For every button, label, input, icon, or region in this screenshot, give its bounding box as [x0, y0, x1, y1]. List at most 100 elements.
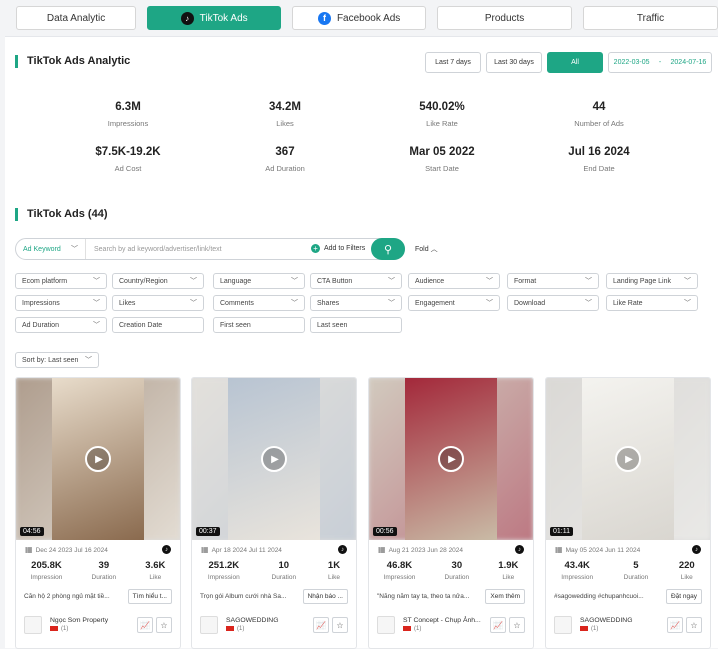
advertiser-info[interactable]: SAGOWEDDING (1) — [226, 617, 310, 633]
filter-label: Creation Date — [119, 321, 163, 329]
ad-count: (1) — [591, 626, 599, 633]
stat-start-date: Mar 05 2022 Start Date — [372, 146, 512, 173]
range-last-30-days[interactable]: Last 30 days — [486, 52, 542, 73]
tab-traffic[interactable]: Traffic — [583, 6, 718, 30]
flag-icon — [403, 626, 411, 632]
metric-label: Duration — [91, 574, 117, 581]
filter-select[interactable]: Like Rate ﹀ — [606, 295, 698, 311]
ad-count: (1) — [237, 626, 245, 633]
tab-products[interactable]: Products — [437, 6, 573, 30]
ad-text: "Nắng nắm tay ta, theo ta nửa... — [377, 593, 470, 600]
chevron-down-icon: ﹀ — [93, 322, 100, 329]
ad-thumbnail[interactable]: ▶ 01:11 — [546, 378, 710, 540]
tab-label: Data Analytic — [46, 12, 106, 24]
ad-card[interactable]: ▶ 00:37 ▦ Apr 18 2024 Jul 11 2024 ♪ 251.2K Imp… — [191, 377, 357, 649]
ad-dates: ▦ Apr 18 2024 Jul 11 2024 ♪ — [192, 540, 356, 554]
calendar-icon: ▦ — [201, 545, 209, 554]
filter-label: Format — [514, 277, 537, 285]
filter-select[interactable]: Impressions ﹀ — [15, 295, 107, 311]
ad-description: #sagowedding #chupanhcuoi... Đặt ngay — [554, 589, 702, 604]
star-icon[interactable]: ☆ — [686, 617, 702, 633]
ad-thumbnail[interactable]: ▶ 04:56 — [16, 378, 180, 540]
ad-card[interactable]: ▶ 00:56 ▦ Aug 21 2023 Jun 28 2024 ♪ 46.8K Impr… — [368, 377, 534, 649]
ad-dates: ▦ Dec 24 2023 Jul 16 2024 ♪ — [16, 540, 180, 554]
search-type-select[interactable]: Ad Keyword ﹀ — [16, 239, 86, 259]
play-icon[interactable]: ▶ — [85, 446, 111, 472]
search-button[interactable]: ⚲ — [371, 238, 405, 260]
filter-select[interactable]: First seen — [213, 317, 305, 333]
filter-select[interactable]: Shares ﹀ — [310, 295, 402, 311]
range-all[interactable]: All — [547, 52, 603, 73]
stat-value: 540.02% — [419, 101, 465, 113]
filter-select[interactable]: Audience ﹀ — [408, 273, 500, 289]
ad-metrics: 46.8K Impression 30 Duration 1.9K Like — [369, 560, 533, 581]
play-icon[interactable]: ▶ — [438, 446, 464, 472]
cta-button[interactable]: Tìm hiểu t... — [127, 589, 172, 604]
metric-label: Duration — [271, 574, 297, 581]
filter-label: Impressions — [22, 299, 60, 307]
filter-select[interactable]: Language ﹀ — [213, 273, 305, 289]
cta-button[interactable]: Xem thêm — [485, 589, 525, 604]
ad-card[interactable]: ▶ 01:11 ▦ May 05 2024 Jun 11 2024 ♪ 43.4K Impr… — [545, 377, 711, 649]
tiktok-icon: ♪ — [692, 545, 701, 554]
tab-tiktok-ads[interactable]: ♪ TikTok Ads — [147, 6, 282, 30]
metric-value: 10 — [278, 560, 290, 571]
ad-card[interactable]: ▶ 04:56 ▦ Dec 24 2023 Jul 16 2024 ♪ 205.8K Imp… — [15, 377, 181, 649]
filter-select[interactable]: Creation Date — [112, 317, 204, 333]
advertiser-info[interactable]: Ngọc Sơn Property (1) — [50, 617, 134, 633]
cta-button[interactable]: Nhận báo ... — [302, 589, 348, 604]
ad-description: Trọn gói Album cưới nhà Sa... Nhận báo ..… — [200, 589, 348, 604]
chart-icon[interactable]: 📈 — [313, 617, 329, 633]
metric-label: Like — [149, 574, 162, 581]
ad-thumbnail[interactable]: ▶ 00:37 — [192, 378, 356, 540]
metric-likes: 1K Like — [328, 560, 340, 581]
advertiser-info[interactable]: ST Concept - Chụp Ảnh... (1) — [403, 617, 487, 633]
analytic-title: TikTok Ads Analytic — [15, 55, 130, 68]
play-icon[interactable]: ▶ — [261, 446, 287, 472]
filter-select[interactable]: Comments ﹀ — [213, 295, 305, 311]
sort-select[interactable]: Sort by: Last seen ﹀ — [15, 352, 99, 368]
play-icon[interactable]: ▶ — [615, 446, 641, 472]
filter-select[interactable]: Likes ﹀ — [112, 295, 204, 311]
date-range-picker[interactable]: 2022-03-05 - 2024-07-16 — [608, 52, 712, 73]
metric-impressions: 46.8K Impression — [384, 560, 416, 581]
stat-value: $7.5K-19.2K — [95, 146, 161, 158]
stat-value: Jul 16 2024 — [568, 146, 630, 158]
fold-toggle[interactable]: Fold ︿ — [415, 244, 438, 254]
ad-metrics: 43.4K Impression 5 Duration 220 Like — [546, 560, 710, 581]
filter-select[interactable]: Download ﹀ — [507, 295, 599, 311]
metric-label: Like — [502, 574, 515, 581]
filter-select[interactable]: Engagement ﹀ — [408, 295, 500, 311]
stat-value: 34.2M — [269, 101, 301, 113]
chart-icon[interactable]: 📈 — [490, 617, 506, 633]
range-last-7-days[interactable]: Last 7 days — [425, 52, 481, 73]
last-seen: Jul 11 2024 — [248, 547, 282, 554]
filter-select[interactable]: Ecom platform ﹀ — [15, 273, 107, 289]
filter-select[interactable]: Landing Page Link ﹀ — [606, 273, 698, 289]
filter-select[interactable]: Last seen — [310, 317, 402, 333]
metric-label: Impression — [30, 574, 63, 581]
ad-text: Trọn gói Album cưới nhà Sa... — [200, 593, 287, 600]
metric-label: Impression — [561, 574, 594, 581]
filter-select[interactable]: CTA Button ﹀ — [310, 273, 402, 289]
star-icon[interactable]: ☆ — [332, 617, 348, 633]
flag-icon — [580, 626, 588, 632]
chart-icon[interactable]: 📈 — [137, 617, 153, 633]
tab-facebook-ads[interactable]: f Facebook Ads — [292, 6, 427, 30]
stat-label: Ad Duration — [265, 164, 305, 173]
advertiser-info[interactable]: SAGOWEDDING (1) — [580, 617, 664, 633]
star-icon[interactable]: ☆ — [156, 617, 172, 633]
chart-icon[interactable]: 📈 — [667, 617, 683, 633]
tab-data-analytic[interactable]: Data Analytic — [16, 6, 137, 30]
filter-label: Comments — [220, 299, 254, 307]
filter-select[interactable]: Ad Duration ﹀ — [15, 317, 107, 333]
avatar — [200, 616, 218, 634]
filter-select[interactable]: Format ﹀ — [507, 273, 599, 289]
add-to-filters-button[interactable]: + Add to Filters — [311, 244, 365, 253]
flag-icon — [226, 626, 234, 632]
star-icon[interactable]: ☆ — [509, 617, 525, 633]
cta-button[interactable]: Đặt ngay — [665, 589, 702, 604]
filter-select[interactable]: Country/Region ﹀ — [112, 273, 204, 289]
ads-title: TikTok Ads (44) — [15, 208, 107, 221]
ad-thumbnail[interactable]: ▶ 00:56 — [369, 378, 533, 540]
